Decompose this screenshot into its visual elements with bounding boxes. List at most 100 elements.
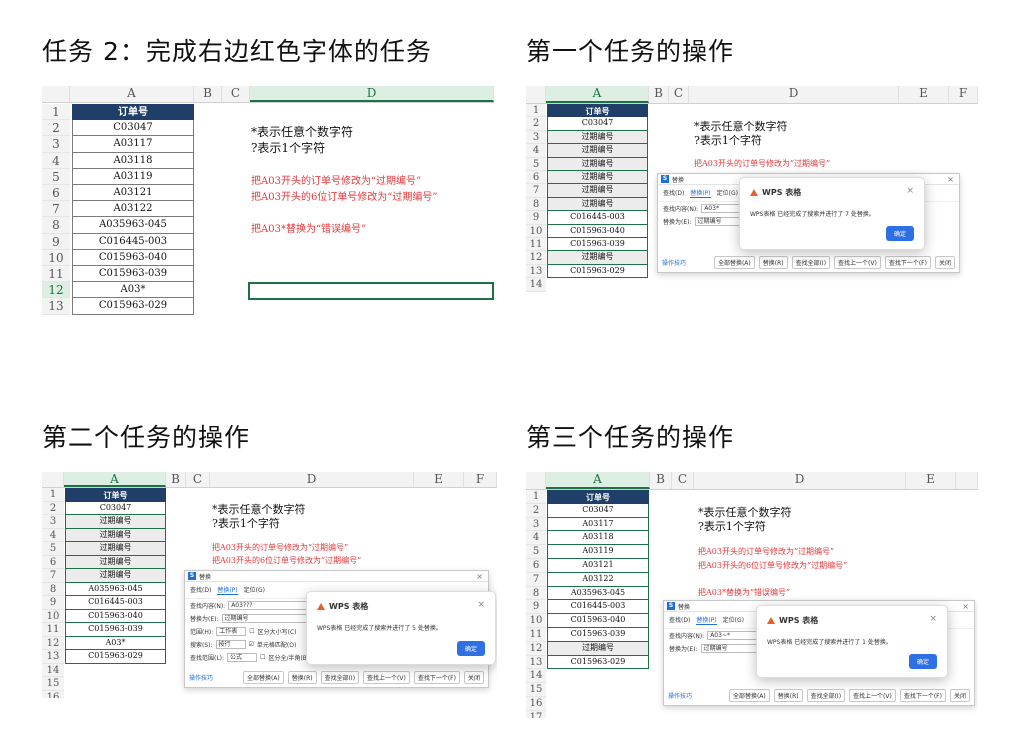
row-number[interactable]: 9 bbox=[526, 600, 546, 615]
column-header-b[interactable]: B bbox=[166, 472, 186, 487]
row-number[interactable]: 5 bbox=[526, 545, 546, 559]
find-all-button[interactable]: 查找全部(I) bbox=[320, 671, 360, 684]
close-icon[interactable]: × bbox=[962, 602, 969, 611]
column-header-b[interactable]: B bbox=[650, 472, 672, 489]
order-cell[interactable]: A035963-045 bbox=[72, 217, 194, 234]
replace-input[interactable]: 过期编号 bbox=[221, 614, 307, 623]
scope-select[interactable]: 工作表 bbox=[216, 627, 247, 636]
order-cell[interactable]: A03118 bbox=[547, 531, 649, 546]
row-number[interactable]: 9 bbox=[42, 596, 64, 610]
column-header-a[interactable]: A bbox=[546, 472, 650, 489]
order-cell[interactable]: A03117 bbox=[547, 517, 649, 532]
column-header-b[interactable]: B bbox=[194, 86, 222, 102]
order-cell[interactable]: C016445-003 bbox=[547, 600, 649, 615]
row-number[interactable]: 15 bbox=[526, 683, 546, 697]
column-header-a[interactable]: A bbox=[70, 86, 194, 102]
order-cell[interactable]: 过期编号 bbox=[65, 555, 166, 569]
row-number[interactable]: 4 bbox=[526, 531, 546, 546]
ok-button[interactable]: 确定 bbox=[908, 654, 937, 669]
find-prev-button[interactable]: 查找上一个(V) bbox=[363, 671, 410, 684]
order-cell[interactable]: 过期编号 bbox=[547, 641, 649, 656]
row-number[interactable]: 3 bbox=[526, 517, 546, 532]
row-number[interactable]: 5 bbox=[42, 168, 70, 185]
replace-button[interactable]: 替换(R) bbox=[773, 689, 803, 702]
tab-replace[interactable]: 替换(P) bbox=[217, 585, 238, 595]
row-number[interactable]: 1 bbox=[42, 104, 70, 121]
row-number[interactable]: 2 bbox=[42, 120, 70, 137]
row-number[interactable]: 6 bbox=[526, 559, 546, 573]
order-cell[interactable]: A03121 bbox=[72, 185, 194, 202]
row-number[interactable]: 11 bbox=[42, 266, 70, 283]
selected-cell-d12[interactable] bbox=[248, 282, 494, 300]
row-number[interactable]: 14 bbox=[42, 663, 64, 677]
row-number[interactable]: 17 bbox=[526, 710, 546, 718]
column-header-a[interactable]: A bbox=[64, 472, 166, 487]
tab-find[interactable]: 查找(D) bbox=[190, 585, 211, 595]
row-number[interactable]: 6 bbox=[42, 555, 64, 569]
replace-all-button[interactable]: 全部替换(A) bbox=[728, 689, 770, 702]
row-number[interactable]: 3 bbox=[526, 130, 546, 145]
row-number[interactable]: 4 bbox=[42, 152, 70, 169]
row-number[interactable]: 7 bbox=[526, 572, 546, 587]
header-cell-order-number[interactable]: 订单号 bbox=[65, 488, 166, 502]
row-number[interactable]: 11 bbox=[42, 623, 64, 637]
order-cell[interactable]: C015963-040 bbox=[72, 249, 194, 266]
order-cell[interactable]: A03121 bbox=[547, 559, 649, 573]
row-number[interactable]: 8 bbox=[42, 217, 70, 234]
tab-find[interactable]: 查找(D) bbox=[669, 615, 690, 625]
replace-button[interactable]: 替换(R) bbox=[758, 256, 788, 269]
order-cell[interactable]: A03* bbox=[65, 636, 166, 650]
row-number[interactable]: 10 bbox=[526, 224, 546, 238]
close-icon[interactable]: × bbox=[906, 186, 914, 196]
order-cell[interactable]: 过期编号 bbox=[547, 171, 648, 185]
row-number[interactable]: 16 bbox=[526, 697, 546, 711]
order-cell[interactable]: C016445-003 bbox=[72, 233, 194, 250]
column-header-c[interactable]: C bbox=[186, 472, 210, 487]
tab-find[interactable]: 查找(D) bbox=[663, 188, 684, 198]
order-cell[interactable]: C015963-039 bbox=[547, 238, 648, 252]
ok-button[interactable]: 确定 bbox=[456, 641, 485, 656]
column-header-e[interactable]: E bbox=[906, 472, 956, 489]
close-icon[interactable]: × bbox=[929, 614, 937, 624]
row-number[interactable]: 5 bbox=[42, 542, 64, 556]
row-number[interactable]: 16 bbox=[42, 690, 64, 698]
order-cell[interactable]: C015963-039 bbox=[547, 628, 649, 642]
order-cell[interactable]: 过期编号 bbox=[65, 528, 166, 542]
row-number[interactable]: 3 bbox=[42, 136, 70, 153]
find-next-button[interactable]: 查找下一个(F) bbox=[899, 689, 946, 702]
order-cell[interactable]: 过期编号 bbox=[547, 144, 648, 158]
row-number[interactable]: 11 bbox=[526, 238, 546, 252]
row-number[interactable]: 11 bbox=[526, 628, 546, 642]
order-cell[interactable]: A03119 bbox=[72, 168, 194, 185]
row-number[interactable]: 12 bbox=[42, 636, 64, 650]
order-cell[interactable]: A035963-045 bbox=[65, 582, 166, 596]
order-cell[interactable]: C015963-040 bbox=[547, 614, 649, 628]
find-all-button[interactable]: 查找全部(I) bbox=[806, 689, 846, 702]
match-case-checkbox[interactable]: ☐ bbox=[249, 628, 254, 635]
column-header-c[interactable]: C bbox=[669, 86, 689, 103]
order-cell[interactable]: A03119 bbox=[547, 545, 649, 559]
match-width-checkbox[interactable]: ☐ bbox=[260, 654, 265, 661]
row-number[interactable]: 2 bbox=[42, 501, 64, 515]
row-number[interactable]: 1 bbox=[42, 488, 64, 502]
row-number[interactable]: 8 bbox=[526, 197, 546, 212]
order-cell[interactable]: C015963-029 bbox=[65, 650, 166, 664]
order-cell[interactable]: C03047 bbox=[547, 117, 648, 131]
order-cell[interactable]: C03047 bbox=[72, 120, 194, 137]
tips-link[interactable]: 操作技巧 bbox=[668, 691, 692, 700]
order-cell[interactable]: C015963-040 bbox=[65, 609, 166, 623]
column-header-c[interactable]: C bbox=[222, 86, 250, 102]
order-cell[interactable]: A03118 bbox=[72, 152, 194, 169]
row-number[interactable]: 13 bbox=[42, 650, 64, 664]
header-cell-order-number[interactable]: 订单号 bbox=[72, 104, 194, 121]
look-in-select[interactable]: 公式 bbox=[227, 653, 258, 662]
row-number[interactable]: 2 bbox=[526, 503, 546, 518]
row-number[interactable]: 2 bbox=[526, 117, 546, 131]
tab-goto[interactable]: 定位(G) bbox=[244, 585, 265, 595]
find-prev-button[interactable]: 查找上一个(V) bbox=[834, 256, 881, 269]
match-cell-checkbox[interactable]: ☑ bbox=[249, 641, 254, 648]
close-button[interactable]: 关闭 bbox=[463, 671, 484, 684]
column-header-a[interactable]: A bbox=[546, 86, 649, 103]
column-header-b[interactable]: B bbox=[649, 86, 669, 103]
column-header-e[interactable]: E bbox=[414, 472, 464, 487]
